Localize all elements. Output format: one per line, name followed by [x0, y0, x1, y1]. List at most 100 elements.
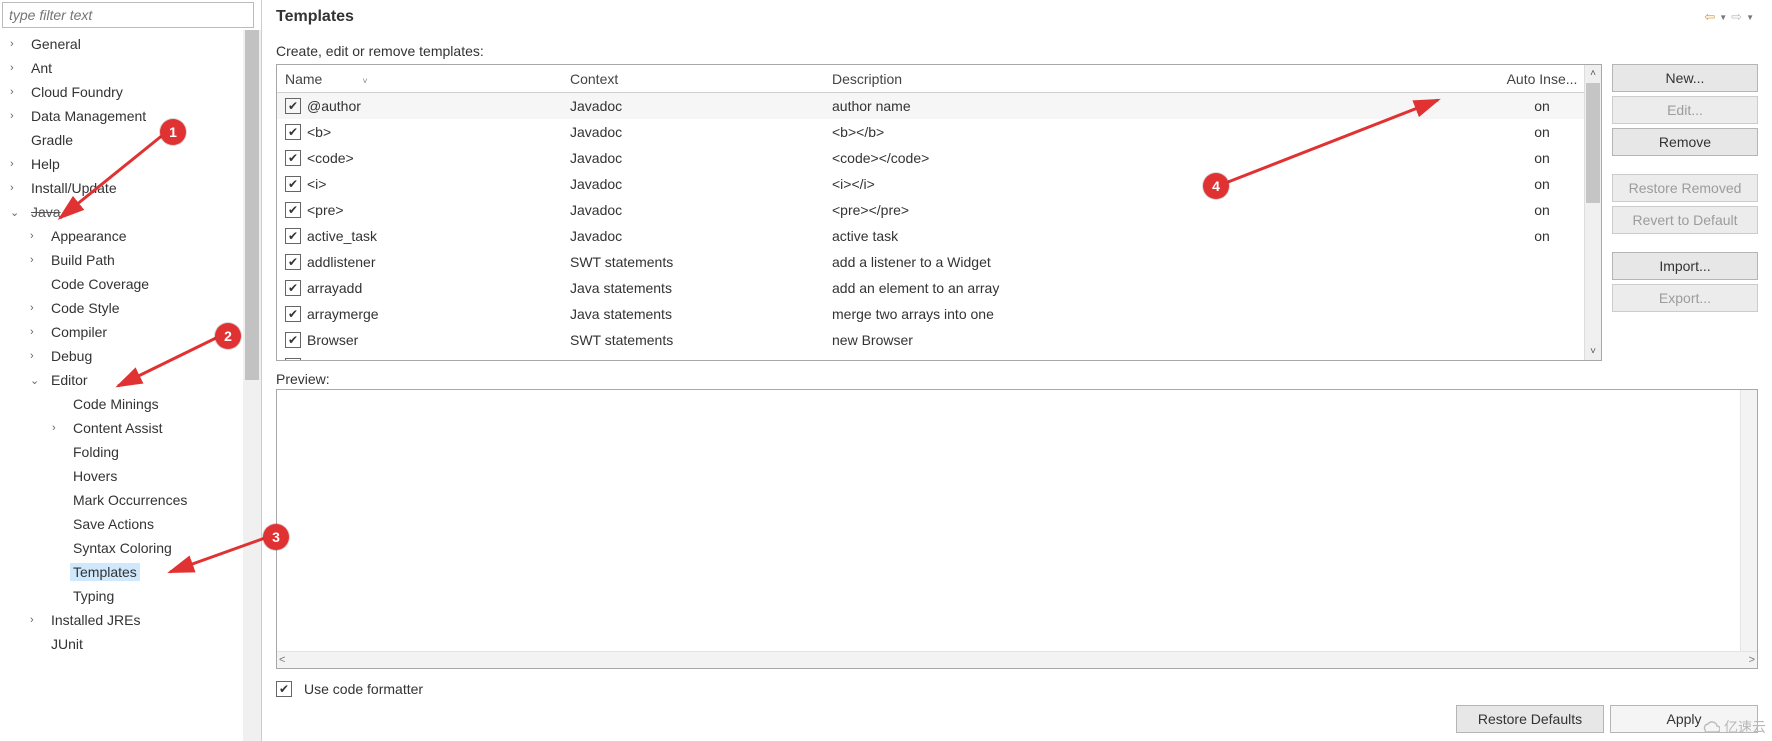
restore-defaults-button[interactable]: Restore Defaults [1456, 705, 1604, 733]
chevron-down-icon[interactable]: ⌄ [10, 206, 28, 219]
row-description: <i></i> [824, 173, 1483, 195]
column-description[interactable]: Description [824, 68, 1483, 90]
tree-item-hovers[interactable]: Hovers [0, 464, 261, 488]
table-row[interactable]: ✔<code>Javadoc<code></code>on [277, 145, 1601, 171]
chevron-right-icon[interactable]: › [30, 254, 48, 266]
table-row[interactable]: ✔@authorJavadocauthor nameon [277, 93, 1601, 119]
tree-item-appearance[interactable]: ›Appearance [0, 224, 261, 248]
tree-item-code-minings[interactable]: Code Minings [0, 392, 261, 416]
tree-item-help[interactable]: ›Help [0, 152, 261, 176]
row-checkbox[interactable]: ✔ [285, 228, 301, 244]
chevron-right-icon[interactable]: › [30, 326, 48, 338]
row-description: new Button [824, 355, 1483, 360]
column-context[interactable]: Context [562, 68, 824, 90]
chevron-right-icon[interactable]: › [10, 110, 28, 122]
use-formatter-checkbox[interactable]: ✔ [276, 681, 292, 697]
row-checkbox[interactable]: ✔ [285, 98, 301, 114]
templates-table[interactable]: Name˅ Context Description Auto Inse... ✔… [276, 64, 1602, 361]
row-description: merge two arrays into one [824, 303, 1483, 325]
table-row[interactable]: ✔active_taskJavadocactive taskon [277, 223, 1601, 249]
chevron-right-icon[interactable]: › [52, 422, 70, 434]
tree-item-gradle[interactable]: Gradle [0, 128, 261, 152]
tree-item-editor[interactable]: ⌄Editor [0, 368, 261, 392]
tree-item-content-assist[interactable]: ›Content Assist [0, 416, 261, 440]
row-checkbox[interactable]: ✔ [285, 254, 301, 270]
tree-item-junit[interactable]: JUnit [0, 632, 261, 656]
row-checkbox[interactable]: ✔ [285, 150, 301, 166]
table-row[interactable]: ✔<i>Javadoc<i></i>on [277, 171, 1601, 197]
edit-button[interactable]: Edit... [1612, 96, 1758, 124]
tree-item-label: Syntax Coloring [70, 539, 175, 557]
tree-item-installed-jres[interactable]: ›Installed JREs [0, 608, 261, 632]
row-context: Javadoc [562, 95, 824, 117]
chevron-right-icon[interactable]: › [30, 350, 48, 362]
tree-item-code-coverage[interactable]: Code Coverage [0, 272, 261, 296]
chevron-right-icon[interactable]: › [10, 38, 28, 50]
table-row[interactable]: ✔ButtonSWT statementsnew Button [277, 353, 1601, 360]
revert-default-button[interactable]: Revert to Default [1612, 206, 1758, 234]
tree-item-code-style[interactable]: ›Code Style [0, 296, 261, 320]
table-row[interactable]: ✔arrayaddJava statementsadd an element t… [277, 275, 1601, 301]
tree-item-save-actions[interactable]: Save Actions [0, 512, 261, 536]
preferences-tree[interactable]: ›General›Ant›Cloud Foundry›Data Manageme… [0, 30, 261, 741]
tree-item-java[interactable]: ⌄Java [0, 200, 261, 224]
import-button[interactable]: Import... [1612, 252, 1758, 280]
row-checkbox[interactable]: ✔ [285, 358, 301, 360]
table-row[interactable]: ✔addlistenerSWT statementsadd a listener… [277, 249, 1601, 275]
remove-button[interactable]: Remove [1612, 128, 1758, 156]
chevron-right-icon[interactable]: › [30, 302, 48, 314]
row-context: Javadoc [562, 225, 824, 247]
tree-item-templates[interactable]: Templates [0, 560, 261, 584]
tree-item-install-update[interactable]: ›Install/Update [0, 176, 261, 200]
tree-item-build-path[interactable]: ›Build Path [0, 248, 261, 272]
row-checkbox[interactable]: ✔ [285, 280, 301, 296]
tree-item-general[interactable]: ›General [0, 32, 261, 56]
row-checkbox[interactable]: ✔ [285, 202, 301, 218]
chevron-right-icon[interactable]: › [10, 62, 28, 74]
tree-item-ant[interactable]: ›Ant [0, 56, 261, 80]
tree-item-folding[interactable]: Folding [0, 440, 261, 464]
table-row[interactable]: ✔BrowserSWT statementsnew Browser [277, 327, 1601, 353]
row-name: arraymerge [307, 306, 379, 322]
preview-vscroll[interactable] [1740, 390, 1757, 651]
back-arrow-icon[interactable]: ⇦ [1704, 9, 1715, 25]
chevron-down-icon[interactable]: ⌄ [30, 374, 48, 387]
row-checkbox[interactable]: ✔ [285, 176, 301, 192]
tree-item-data-management[interactable]: ›Data Management [0, 104, 261, 128]
tree-item-typing[interactable]: Typing [0, 584, 261, 608]
tree-item-syntax-coloring[interactable]: Syntax Coloring [0, 536, 261, 560]
table-row[interactable]: ✔arraymergeJava statementsmerge two arra… [277, 301, 1601, 327]
tree-item-label: Data Management [28, 107, 149, 125]
tree-item-label: Compiler [48, 323, 110, 341]
column-name[interactable]: Name˅ [277, 68, 562, 90]
chevron-right-icon[interactable]: › [10, 86, 28, 98]
row-name: @author [307, 98, 361, 114]
table-scrollbar[interactable]: ˄ ˅ [1584, 65, 1601, 360]
chevron-right-icon[interactable]: › [30, 614, 48, 626]
export-button[interactable]: Export... [1612, 284, 1758, 312]
row-description: new Browser [824, 329, 1483, 351]
tree-item-label: Mark Occurrences [70, 491, 190, 509]
row-checkbox[interactable]: ✔ [285, 124, 301, 140]
restore-removed-button[interactable]: Restore Removed [1612, 174, 1758, 202]
preview-hscroll[interactable]: <> [277, 651, 1757, 668]
table-row[interactable]: ✔<pre>Javadoc<pre></pre>on [277, 197, 1601, 223]
chevron-right-icon[interactable]: › [10, 182, 28, 194]
chevron-right-icon[interactable]: › [10, 158, 28, 170]
tree-item-mark-occurrences[interactable]: Mark Occurrences [0, 488, 261, 512]
tree-item-label: Code Style [48, 299, 122, 317]
row-description: add an element to an array [824, 277, 1483, 299]
tree-item-label: Cloud Foundry [28, 83, 126, 101]
forward-arrow-icon[interactable]: ⇨ [1731, 9, 1742, 25]
new-button[interactable]: New... [1612, 64, 1758, 92]
table-row[interactable]: ✔<b>Javadoc<b></b>on [277, 119, 1601, 145]
tree-item-label: Code Coverage [48, 275, 152, 293]
row-checkbox[interactable]: ✔ [285, 332, 301, 348]
tree-item-label: Help [28, 155, 63, 173]
row-checkbox[interactable]: ✔ [285, 306, 301, 322]
filter-input[interactable] [2, 2, 254, 28]
tree-item-cloud-foundry[interactable]: ›Cloud Foundry [0, 80, 261, 104]
nav-history[interactable]: ⇦▼ ⇨▼ [1704, 9, 1754, 25]
tree-scrollbar[interactable] [243, 30, 261, 741]
chevron-right-icon[interactable]: › [30, 230, 48, 242]
